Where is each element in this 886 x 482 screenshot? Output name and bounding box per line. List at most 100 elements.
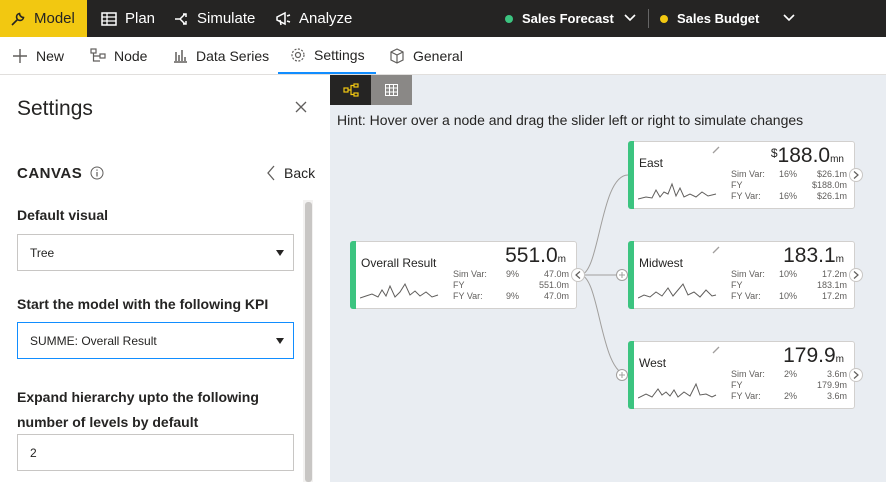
node-label: Node xyxy=(114,47,148,64)
chevron-down-icon[interactable] xyxy=(623,11,637,25)
node-value: $188.0mn xyxy=(771,144,844,168)
dropdown-arrow-icon xyxy=(276,338,284,344)
back-label: Back xyxy=(284,165,316,181)
node-name: East xyxy=(639,156,664,170)
chevron-right-icon xyxy=(853,371,859,379)
node-value-number: 179.9 xyxy=(783,344,836,367)
settings-label: Settings xyxy=(314,46,365,63)
node-value: 551.0m xyxy=(505,244,566,268)
node-value-unit: mn xyxy=(830,154,844,165)
scenario-label: Sales Budget xyxy=(677,11,760,26)
node-value-unit: m xyxy=(557,254,566,265)
node-value: 183.1m xyxy=(783,244,844,268)
node-accent xyxy=(350,241,356,309)
plus-icon xyxy=(619,272,625,278)
node-rows: Sim Var: 9% 47.0m FY 551.0m FY Var: 9% 47.0m xyxy=(453,269,569,302)
node-overall-result[interactable]: Overall Result 551.0m Sim Var: 9% 47.0m FY… xyxy=(350,241,577,309)
node-value-unit: m xyxy=(835,354,844,365)
chevron-right-icon xyxy=(853,171,859,179)
node-accent xyxy=(628,141,634,209)
sparkline xyxy=(638,283,717,299)
expand-button[interactable] xyxy=(849,268,863,282)
row-fy: FY 179.9m xyxy=(731,380,847,390)
back-button[interactable]: Back xyxy=(266,165,315,181)
node-rows: Sim Var: 10% 17.2m FY 183.1m FY Var: 10% 17.2… xyxy=(731,269,847,302)
tab-simulate[interactable]: Simulate xyxy=(173,0,255,37)
row-fy-var: FY Var: 2% 3.6m xyxy=(731,391,847,401)
collapse-button[interactable] xyxy=(571,268,585,282)
section-heading: CANVAS xyxy=(17,165,83,182)
data-series-button[interactable]: Data Series xyxy=(172,37,269,74)
chevron-down-icon[interactable] xyxy=(782,11,796,25)
scenario-dot xyxy=(505,14,513,23)
node-west[interactable]: West 179.9m Sim Var: 2% 3.6m FY 179.9m FY V… xyxy=(628,341,855,409)
row-fy-var: FY Var: 9% 47.0m xyxy=(453,291,569,301)
node-accent xyxy=(628,341,634,409)
new-label: New xyxy=(36,47,65,64)
dropdown-arrow-icon xyxy=(276,250,284,256)
tab-plan-label: Plan xyxy=(125,10,156,27)
tab-analyze[interactable]: Analyze xyxy=(275,0,352,37)
row-fy-var: FY Var: 10% 17.2m xyxy=(731,291,847,301)
scenario-dot xyxy=(660,14,668,23)
node-icon xyxy=(90,47,106,62)
node-button[interactable]: Node xyxy=(90,37,147,74)
row-fy: FY 183.1m xyxy=(731,280,847,290)
node-rows: Sim Var: 16% $26.1m FY $188.0m FY Var: 16% $2… xyxy=(731,169,847,202)
expand-button[interactable] xyxy=(849,368,863,382)
scenario-label: Sales Forecast xyxy=(522,11,614,26)
node-name: Midwest xyxy=(639,256,684,270)
row-sim-var: Sim Var: 9% 47.0m xyxy=(453,269,569,279)
node-name: West xyxy=(639,356,667,370)
edit-icon[interactable] xyxy=(712,346,720,354)
simulate-icon xyxy=(175,12,187,25)
panel-title: Settings xyxy=(17,97,93,120)
tab-model[interactable]: Model xyxy=(0,0,87,37)
add-node-button[interactable] xyxy=(616,269,628,281)
row-sim-var: Sim Var: 2% 3.6m xyxy=(731,369,847,379)
general-tab[interactable]: General xyxy=(389,37,463,74)
data-series-label: Data Series xyxy=(196,47,270,64)
kpi-label: Start the model with the following KPI xyxy=(17,296,269,312)
toolbar: New Node Data Series Settings General xyxy=(0,37,886,75)
sparkline xyxy=(638,382,717,399)
gear-icon xyxy=(291,47,305,62)
default-visual-select[interactable]: Tree xyxy=(17,234,294,271)
scenario-sales-forecast[interactable]: Sales Forecast xyxy=(505,0,614,37)
sparkline xyxy=(638,182,717,200)
node-value-currency: $ xyxy=(770,146,778,160)
general-label: General xyxy=(413,47,463,64)
chevron-left-icon xyxy=(267,165,275,181)
edit-icon[interactable] xyxy=(712,146,720,154)
close-icon[interactable] xyxy=(293,99,309,115)
kpi-select[interactable]: SUMME: Overall Result xyxy=(17,322,294,359)
add-node-button[interactable] xyxy=(616,369,628,381)
scrollbar-thumb[interactable] xyxy=(305,202,312,482)
info-icon[interactable] xyxy=(90,166,104,180)
expand-levels-input[interactable]: 2 xyxy=(17,434,294,471)
canvas: Hint: Hover over a node and drag the sli… xyxy=(330,75,886,482)
default-visual-label: Default visual xyxy=(17,207,109,223)
table-icon xyxy=(101,11,117,26)
node-midwest[interactable]: Midwest 183.1m Sim Var: 10% 17.2m FY 183.1m… xyxy=(628,241,855,309)
row-sim-var: Sim Var: 10% 17.2m xyxy=(731,269,847,279)
tab-plan[interactable]: Plan xyxy=(101,0,155,37)
node-value-number: 183.1 xyxy=(783,244,836,267)
node-value: 179.9m xyxy=(783,344,844,368)
row-fy: FY $188.0m xyxy=(731,180,847,190)
node-accent xyxy=(628,241,634,309)
megaphone-icon xyxy=(276,11,291,25)
new-button[interactable]: New xyxy=(12,37,64,74)
chevron-right-icon xyxy=(853,271,859,279)
wrench-icon xyxy=(11,12,25,26)
tab-model-label: Model xyxy=(34,10,75,27)
divider xyxy=(648,9,649,28)
cube-icon xyxy=(390,47,404,64)
row-fy-var: FY Var: 16% $26.1m xyxy=(731,191,847,201)
settings-tab[interactable]: Settings xyxy=(278,37,376,74)
scenario-sales-budget[interactable]: Sales Budget xyxy=(660,0,759,37)
edit-icon[interactable] xyxy=(712,246,720,254)
node-east[interactable]: East $188.0mn Sim Var: 16% $26.1m FY $188.0… xyxy=(628,141,855,209)
expand-button[interactable] xyxy=(849,168,863,182)
kpi-value: SUMME: Overall Result xyxy=(30,333,157,348)
